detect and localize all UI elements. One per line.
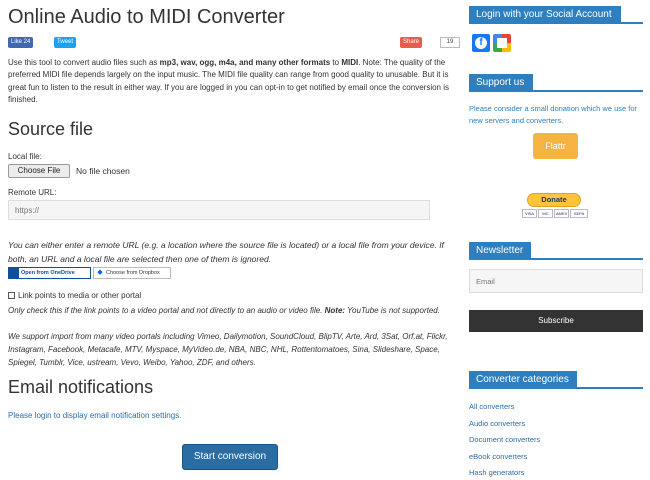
local-file-label: Local file: xyxy=(8,152,42,161)
amex-card-icon: AMEX xyxy=(554,209,569,218)
mastercard-icon: MC xyxy=(538,209,553,218)
tweet-button[interactable]: Tweet xyxy=(54,37,77,48)
category-link-audio[interactable]: Audio converters xyxy=(469,419,525,428)
facebook-login-button[interactable]: f xyxy=(472,34,490,52)
paypal-donate-button[interactable]: Donate xyxy=(527,193,581,207)
newsletter-email-input[interactable] xyxy=(469,269,643,293)
dropbox-icon: ◆ xyxy=(97,269,103,276)
onedrive-label: Open from OneDrive xyxy=(21,270,75,276)
only-check-tail: YouTube is not supported. xyxy=(345,306,440,315)
main-content: Online Audio to MIDI Converter Like 24 T… xyxy=(8,0,460,480)
choose-file-button[interactable]: Choose File xyxy=(8,164,70,178)
onedrive-button[interactable]: Open from OneDrive xyxy=(8,267,91,279)
category-link-document[interactable]: Document converters xyxy=(469,435,540,444)
visa-card-icon: VISA xyxy=(522,209,537,218)
start-conversion-button[interactable]: Start conversion xyxy=(182,444,278,470)
portal-hint-text: Only check this if the link points to a … xyxy=(8,304,453,317)
either-hint-text: You can either enter a remote URL (e.g. … xyxy=(8,240,444,264)
support-divider xyxy=(469,90,643,92)
login-link[interactable]: Please login to display email notificati… xyxy=(8,411,181,420)
note-label: Note: xyxy=(324,306,346,315)
source-file-heading: Source file xyxy=(8,119,94,139)
flattr-button[interactable]: Flattr xyxy=(533,133,578,159)
category-link-hash[interactable]: Hash generators xyxy=(469,468,524,477)
subscribe-button[interactable]: Subscribe xyxy=(469,310,643,332)
payment-cards: VISA MC AMEX SEPA xyxy=(522,209,588,218)
onedrive-icon xyxy=(9,268,19,278)
social-login-divider xyxy=(469,22,643,24)
no-file-text: No file chosen xyxy=(76,166,130,176)
share-button[interactable]: Share xyxy=(400,37,423,48)
newsletter-divider xyxy=(469,258,643,260)
intro-formats: mp3, wav, ogg, m4a, and many other forma… xyxy=(159,58,331,67)
intro-text: Use this tool to convert audio files suc… xyxy=(8,57,456,107)
google-login-button[interactable] xyxy=(493,34,511,52)
portal-link-checkbox-label: Link points to media or other portal xyxy=(18,291,142,300)
share-count: 19 xyxy=(440,37,460,48)
supported-portals-text: We support import from many video portal… xyxy=(8,332,448,367)
intro-part2: to xyxy=(330,58,342,67)
dropbox-label: Choose from Dropbox xyxy=(106,270,160,276)
categories-divider xyxy=(469,387,643,389)
remote-url-input[interactable] xyxy=(8,200,430,220)
remote-url-label: Remote URL: xyxy=(8,188,57,197)
category-link-all[interactable]: All converters xyxy=(469,402,514,411)
dropbox-button[interactable]: ◆ Choose from Dropbox xyxy=(93,267,171,279)
facebook-icon: f xyxy=(475,37,487,49)
facebook-like-button[interactable]: Like 24 xyxy=(8,37,34,48)
sepa-icon: SEPA xyxy=(570,209,588,218)
only-check-text: Only check this if the link points to a … xyxy=(8,306,325,315)
intro-midi: MIDI xyxy=(341,58,359,67)
email-notifications-heading: Email notifications xyxy=(8,377,154,397)
page-title: Online Audio to MIDI Converter xyxy=(8,6,285,28)
category-link-ebook[interactable]: eBook converters xyxy=(469,452,527,461)
google-icon xyxy=(497,38,507,48)
support-text: Please consider a small donation which w… xyxy=(469,104,638,125)
sidebar: Login with your Social Account f Support… xyxy=(469,0,643,480)
portal-link-checkbox[interactable] xyxy=(8,292,15,299)
intro-part1: Use this tool to convert audio files suc… xyxy=(8,58,160,67)
social-share-row: Like 24 Tweet Share 19 xyxy=(8,37,460,49)
